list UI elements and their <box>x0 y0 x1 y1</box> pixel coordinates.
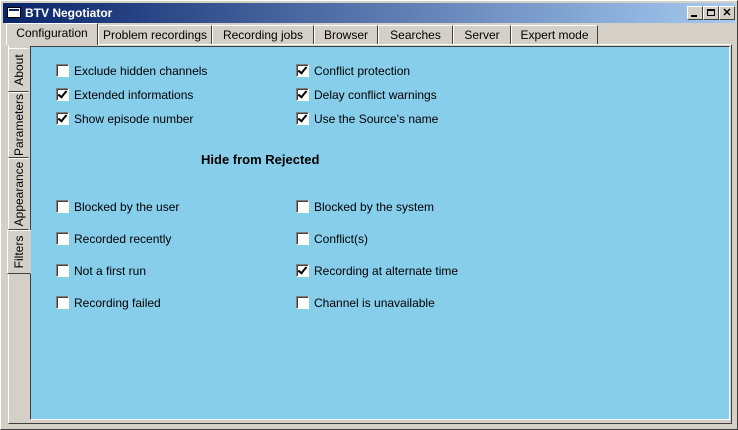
maximize-icon <box>707 9 715 16</box>
checkbox-box[interactable] <box>56 232 69 245</box>
tab-label: Problem recordings <box>102 28 208 42</box>
checkbox-box[interactable] <box>56 200 69 213</box>
checkbox-box[interactable] <box>296 112 309 125</box>
side-tab-label: Parameters <box>11 93 26 157</box>
close-icon: ✕ <box>722 7 732 19</box>
side-tab-filters[interactable]: Filters <box>7 230 31 274</box>
tab-searches[interactable]: Searches <box>378 25 453 44</box>
tab-expert-mode[interactable]: Expert mode <box>511 25 598 44</box>
checkbox-box[interactable] <box>296 200 309 213</box>
tab-browser[interactable]: Browser <box>314 25 378 44</box>
checkbox-label: Recording at alternate time <box>314 264 459 278</box>
maximize-button[interactable] <box>703 6 719 20</box>
filters-panel: Exclude hidden channels Extended informa… <box>30 46 730 420</box>
side-tab-label: About <box>11 54 26 86</box>
title-bar[interactable]: BTV Negotiator ✕ <box>3 3 735 23</box>
checkbox-label: Extended informations <box>74 88 194 102</box>
hide-from-rejected-title: Hide from Rejected <box>201 152 320 167</box>
checkbox-label: Delay conflict warnings <box>314 88 437 102</box>
tab-recording-jobs[interactable]: Recording jobs <box>212 25 314 44</box>
checkbox-label: Not a first run <box>74 264 147 278</box>
minimize-button[interactable] <box>687 6 703 20</box>
close-button[interactable]: ✕ <box>719 6 735 20</box>
checkbox-label: Blocked by the user <box>74 200 180 214</box>
tab-label: Browser <box>323 28 368 42</box>
checkbox-label: Blocked by the system <box>314 200 435 214</box>
side-tab-label: Filters <box>12 235 26 269</box>
checkbox-box[interactable] <box>56 296 69 309</box>
checkbox-box[interactable] <box>56 112 69 125</box>
tab-server[interactable]: Server <box>453 25 511 44</box>
checkbox-box[interactable] <box>56 64 69 77</box>
side-tab-appearance[interactable]: Appearance <box>8 158 29 230</box>
checkbox-label: Recorded recently <box>74 232 172 246</box>
checkbox-label: Channel is unavailable <box>314 296 435 310</box>
side-tab-about[interactable]: About <box>8 48 29 92</box>
checkbox-label: Show episode number <box>74 112 194 126</box>
checkbox-label: Conflict protection <box>314 64 411 78</box>
checkbox-label: Conflict(s) <box>314 232 369 246</box>
side-tab-label: Appearance <box>11 161 26 227</box>
checkbox-label: Use the Source's name <box>314 112 439 126</box>
tab-label: Configuration <box>16 26 88 40</box>
checkbox-label: Exclude hidden channels <box>74 64 208 78</box>
tab-label: Server <box>464 28 500 42</box>
checkbox-label: Recording failed <box>74 296 161 310</box>
tab-label: Expert mode <box>520 28 589 42</box>
checkbox-box[interactable] <box>296 232 309 245</box>
tab-configuration[interactable]: Configuration <box>6 23 98 45</box>
checkbox-box[interactable] <box>296 296 309 309</box>
tab-label: Searches <box>390 28 441 42</box>
checkbox-box[interactable] <box>56 88 69 101</box>
minimize-icon <box>691 15 697 17</box>
tab-label: Recording jobs <box>222 28 304 42</box>
checkbox-box[interactable] <box>296 88 309 101</box>
checkbox-box[interactable] <box>56 264 69 277</box>
app-icon <box>7 7 21 18</box>
side-tab-parameters[interactable]: Parameters <box>8 92 29 158</box>
window-title: BTV Negotiator <box>25 6 113 20</box>
tab-problem-recordings[interactable]: Problem recordings <box>98 25 212 44</box>
checkbox-box[interactable] <box>296 64 309 77</box>
checkbox-box[interactable] <box>296 264 309 277</box>
